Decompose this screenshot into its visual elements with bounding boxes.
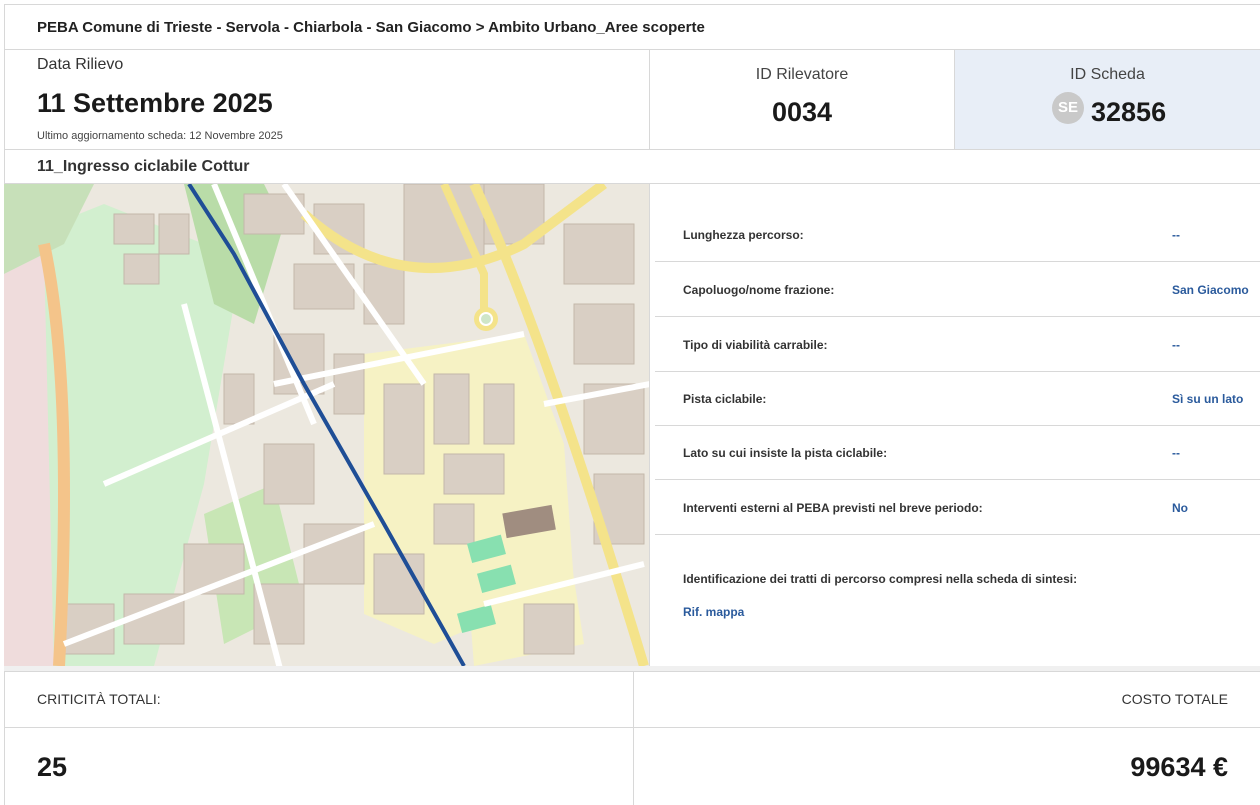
sheet-id: 32856 xyxy=(1091,97,1167,127)
cost-value-cell: 99634 € xyxy=(634,728,1260,805)
cost-label: COSTO TOTALE xyxy=(1121,691,1228,707)
route-map[interactable] xyxy=(4,184,650,666)
surveyor-label: ID Rilevatore xyxy=(755,66,849,83)
detail-key: Lato su cui insiste la pista ciclabile: xyxy=(683,445,888,460)
section-header: 11_Ingresso ciclabile Cottur xyxy=(4,150,1260,184)
survey-date-value: 11 Settembre 2025 xyxy=(37,88,273,118)
detail-key: Capoluogo/nome frazione: xyxy=(683,282,835,297)
map-reference-link[interactable]: Rif. mappa xyxy=(683,605,744,619)
detail-value: No xyxy=(1172,500,1188,515)
criticita-value: 25 xyxy=(37,752,68,782)
page-header: PEBA Comune di Trieste - Servola - Chiar… xyxy=(4,4,1260,50)
detail-row: Lato su cui insiste la pista ciclabile: … xyxy=(655,426,1260,480)
criticita-label-cell: CRITICITÀ TOTALI: xyxy=(4,671,634,728)
detail-row: Pista ciclabile: Sì su un lato xyxy=(655,372,1260,426)
sheet-panel: ID Scheda SE 32856 xyxy=(955,50,1260,150)
section-title: 11_Ingresso ciclabile Cottur xyxy=(37,158,250,175)
sheet-type-badge: SE xyxy=(1052,92,1084,124)
detail-key: Pista ciclabile: xyxy=(683,391,767,406)
detail-value: -- xyxy=(1172,337,1180,352)
detail-row: Tipo di viabilità carrabile: -- xyxy=(655,318,1260,372)
cost-label-cell: COSTO TOTALE xyxy=(634,671,1260,728)
detail-key: Interventi esterni al PEBA previsti nel … xyxy=(683,500,983,515)
identification-label: Identificazione dei tratti di percorso c… xyxy=(683,572,1078,586)
surveyor-panel: ID Rilevatore 0034 xyxy=(650,50,955,150)
detail-key: Lunghezza percorso: xyxy=(683,227,804,242)
surveyor-id: 0034 xyxy=(771,97,833,127)
survey-date-label: Data Rilievo xyxy=(37,56,124,73)
details-panel: Lunghezza percorso: -- Capoluogo/nome fr… xyxy=(655,184,1260,666)
cost-value: 99634 € xyxy=(1130,752,1228,782)
detail-row: Interventi esterni al PEBA previsti nel … xyxy=(655,481,1260,535)
detail-value: Sì su un lato xyxy=(1172,391,1244,406)
criticita-label: CRITICITÀ TOTALI: xyxy=(37,691,161,707)
map-tiles xyxy=(4,184,649,666)
detail-row: Capoluogo/nome frazione: San Giacomo xyxy=(655,263,1260,317)
detail-key: Tipo di viabilità carrabile: xyxy=(683,337,828,352)
detail-value: San Giacomo xyxy=(1172,282,1249,297)
sheet-label: ID Scheda xyxy=(1070,66,1145,83)
page-title: PEBA Comune di Trieste - Servola - Chiar… xyxy=(37,19,705,36)
identification-block: Identificazione dei tratti di percorso c… xyxy=(655,536,1260,666)
detail-value: -- xyxy=(1172,227,1180,242)
last-update-text: Ultimo aggiornamento scheda: 12 Novembre… xyxy=(37,130,283,142)
detail-row: Lunghezza percorso: -- xyxy=(655,208,1260,262)
criticita-value-cell: 25 xyxy=(4,728,634,805)
detail-value: -- xyxy=(1172,445,1180,460)
survey-date-panel: Data Rilievo 11 Settembre 2025 Ultimo ag… xyxy=(4,50,650,150)
